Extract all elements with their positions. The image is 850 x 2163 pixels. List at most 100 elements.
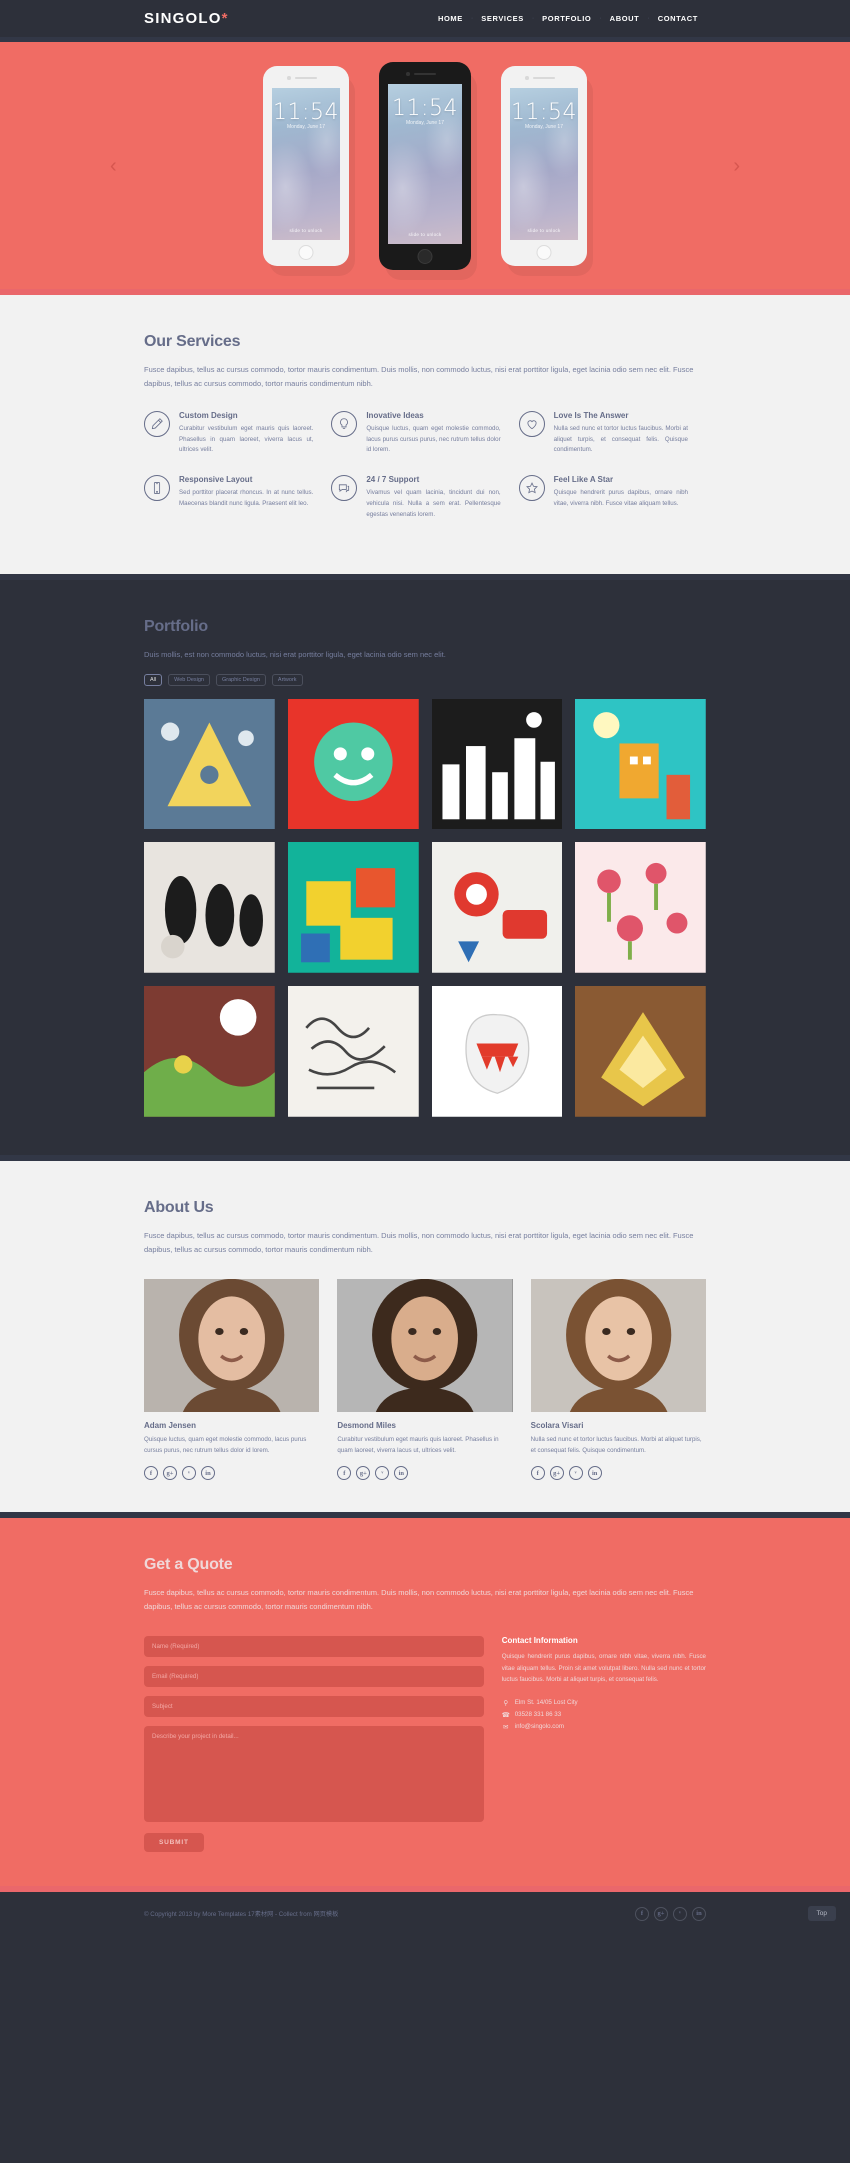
team-member-bio: Nulla sed nunc et tortor luctus faucibus… xyxy=(530,1435,702,1454)
service-item: Love Is The Answer Nulla sed nunc et tort… xyxy=(518,410,706,457)
twitter-icon[interactable]: ᵛ xyxy=(375,1466,390,1481)
phone-screen: 11:54 Monday, June 17 slide to unlock xyxy=(272,87,340,240)
service-title: Responsive Layout xyxy=(179,475,253,485)
google-plus-icon[interactable]: g+ xyxy=(549,1466,564,1481)
twitter-icon[interactable]: ᵛ xyxy=(182,1466,196,1481)
message-textarea[interactable] xyxy=(144,1726,484,1823)
phone-camera-icon xyxy=(525,76,529,80)
service-text: Quisque luctus, quam eget molestie commo… xyxy=(366,424,501,454)
service-body: Inovative Ideas Quisque luctus, quam eget… xyxy=(366,411,500,457)
slider-prev-arrow-icon[interactable]: ‹ xyxy=(110,156,117,176)
footer-social-links: f g+ ᵛ in xyxy=(635,1906,706,1921)
name-input[interactable] xyxy=(144,1636,484,1658)
site-logo[interactable]: SINGOLO* xyxy=(144,10,229,27)
twitter-icon[interactable]: ᵛ xyxy=(673,1906,687,1921)
site-footer: © Copyright 2013 by More Templates 17素材网… xyxy=(0,1892,850,1936)
phone-handset-icon: ☎ xyxy=(501,1711,510,1719)
team-list: Adam Jensen Quisque luctus, quam eget mol… xyxy=(144,1278,706,1481)
nav-item-portfolio[interactable]: PORTFOLIO xyxy=(534,14,599,23)
team-member-socials: f g+ ᵛ in xyxy=(337,1466,512,1481)
service-text: Nulla sed nunc et tortor luctus faucibus… xyxy=(553,424,688,454)
linkedin-icon[interactable]: in xyxy=(692,1906,706,1921)
slider-next-arrow-icon[interactable]: › xyxy=(733,156,740,176)
phone-speaker xyxy=(295,76,317,79)
handwriting-artwork[interactable] xyxy=(287,986,419,1117)
phone-home-button[interactable] xyxy=(298,244,314,260)
google-plus-icon[interactable]: g+ xyxy=(356,1466,371,1481)
service-text: Sed porttitor placerat rhoncus. In at nu… xyxy=(179,489,314,508)
phone-home-button[interactable] xyxy=(417,248,433,264)
woman-curly-hair-portrait xyxy=(144,1278,320,1412)
about-subtitle: Fusce dapibus, tellus ac cursus commodo,… xyxy=(144,1230,694,1254)
city-sketch-artwork[interactable] xyxy=(431,698,563,830)
about-section: About Us Fusce dapibus, tellus ac cursus… xyxy=(0,1160,850,1519)
nav-item-about[interactable]: ABOUT xyxy=(602,14,648,23)
nav-item-services[interactable]: SERVICES xyxy=(473,14,532,23)
team-member-bio: Curabitur vestibulum eget mauris quis la… xyxy=(337,1435,499,1454)
bdk-blocks-artwork[interactable] xyxy=(287,842,419,974)
lockscreen-unlock-hint: slide to unlock xyxy=(408,231,442,237)
phone-body: 11:54 Monday, June 17 slide to unlock xyxy=(263,65,349,266)
service-item: Inovative Ideas Quisque luctus, quam eget… xyxy=(331,410,518,457)
quote-form: SUBMIT xyxy=(144,1636,484,1853)
nav-item-contact[interactable]: CONTACT xyxy=(650,14,706,23)
quote-section: Get a Quote Fusce dapibus, tellus ac cur… xyxy=(0,1518,850,1893)
lightbulb-icon xyxy=(331,410,358,437)
birds-flowers-artwork[interactable] xyxy=(575,842,706,974)
lockscreen-unlock-hint: slide to unlock xyxy=(289,227,323,233)
landing-page: SINGOLO* HOME · SERVICES · PORTFOLIO · ABOUT · C… xyxy=(0,0,850,1936)
lockscreen-date: Monday, June 17 xyxy=(406,119,444,126)
twitter-icon[interactable]: ᵛ xyxy=(568,1466,583,1481)
facebook-icon[interactable]: f xyxy=(530,1466,545,1481)
lockscreen-time: 11:54 xyxy=(273,99,339,125)
lockscreen-time: 11:54 xyxy=(511,99,577,125)
portfolio-filters: All Web Design Graphic Design Artwork xyxy=(144,673,706,686)
facebook-icon[interactable]: f xyxy=(144,1466,158,1481)
triangle-pyramid-artwork[interactable] xyxy=(144,698,275,830)
team-member-bio: Quisque luctus, quam eget molestie commo… xyxy=(144,1435,307,1454)
white-monster-artwork[interactable] xyxy=(431,986,563,1117)
google-plus-icon[interactable]: g+ xyxy=(163,1466,177,1481)
services-subtitle: Fusce dapibus, tellus ac cursus commodo,… xyxy=(144,365,694,388)
facebook-icon[interactable]: f xyxy=(337,1466,352,1481)
service-title: Love Is The Answer xyxy=(553,410,629,420)
green-monster-artwork[interactable] xyxy=(287,698,419,830)
portfolio-filter-web-design[interactable]: Web Design xyxy=(168,673,210,686)
phone-mockup-3: 11:54 Monday, June 17 slide to unlock xyxy=(501,65,593,276)
contact-email[interactable]: info@singolo.com xyxy=(515,1723,564,1730)
portfolio-filter-all[interactable]: All xyxy=(144,673,163,686)
nav-item-home[interactable]: HOME xyxy=(430,14,471,23)
team-member-socials: f g+ ᵛ in xyxy=(144,1466,319,1481)
linkedin-icon[interactable]: in xyxy=(587,1466,602,1481)
linkedin-icon[interactable]: in xyxy=(201,1466,215,1481)
service-body: 24 / 7 Support Vivamus vel quam lacinia, … xyxy=(366,475,500,521)
black-creatures-artwork[interactable] xyxy=(144,842,275,974)
phone-mockup-1: 11:54 Monday, June 17 slide to unlock xyxy=(263,65,355,276)
google-plus-icon[interactable]: g+ xyxy=(654,1906,668,1921)
linkedin-icon[interactable]: in xyxy=(394,1466,409,1481)
contact-information: Contact Information Quisque hendrerit pu… xyxy=(498,1636,706,1852)
quote-title: Get a Quote xyxy=(144,1556,233,1574)
star-icon xyxy=(518,475,545,502)
portfolio-filter-graphic-design[interactable]: Graphic Design xyxy=(215,673,266,686)
team-member: Scolara Visari Nulla sed nunc et tortor l… xyxy=(530,1278,706,1481)
service-body: Custom Design Curabitur vestibulum eget m… xyxy=(179,411,313,457)
portfolio-filter-artwork[interactable]: Artwork xyxy=(271,673,303,686)
submit-button[interactable]: SUBMIT xyxy=(144,1833,204,1853)
red-robots-artwork[interactable] xyxy=(431,842,563,974)
facebook-icon[interactable]: f xyxy=(635,1906,649,1921)
phone-camera-icon xyxy=(406,72,410,76)
green-monster-moon-artwork[interactable] xyxy=(144,986,275,1117)
gold-wrapper-artwork[interactable] xyxy=(575,986,706,1117)
robot-city-artwork[interactable] xyxy=(575,698,706,830)
subject-input[interactable] xyxy=(144,1696,484,1718)
contact-email-row: ✉ info@singolo.com xyxy=(502,1723,706,1731)
scroll-to-top-button[interactable]: Top xyxy=(807,1906,836,1922)
phone-home-button[interactable] xyxy=(536,244,552,260)
email-input[interactable] xyxy=(144,1666,484,1688)
portfolio-title: Portfolio xyxy=(144,617,208,635)
contact-phone: 03528 331 86 33 xyxy=(514,1711,562,1719)
service-body: Love Is The Answer Nulla sed nunc et tort… xyxy=(554,411,688,457)
team-member: Adam Jensen Quisque luctus, quam eget mol… xyxy=(144,1278,320,1481)
logo-text: SINGOLO xyxy=(144,10,222,27)
